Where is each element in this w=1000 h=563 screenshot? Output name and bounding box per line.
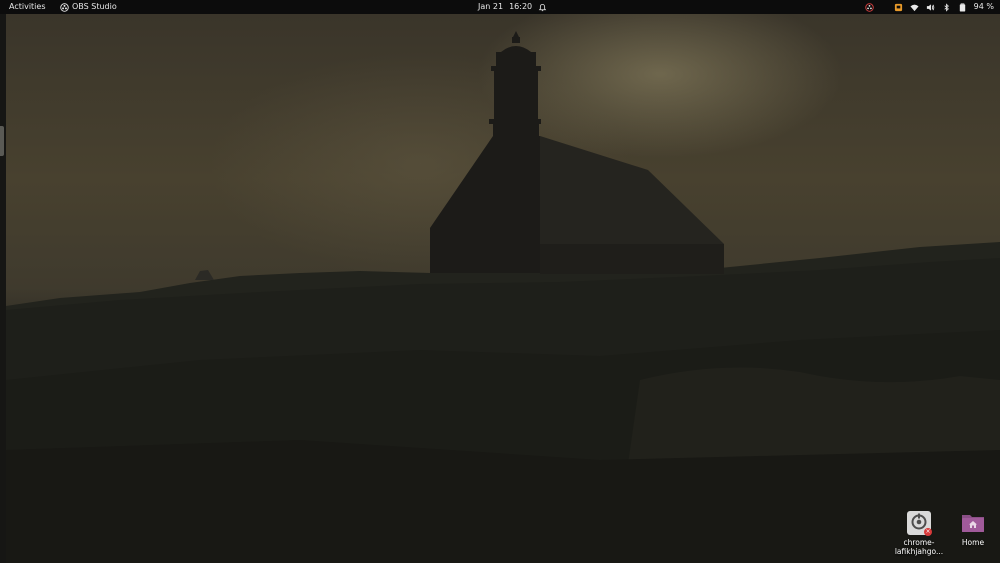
activities-button[interactable]: Activities [9,0,46,14]
battery-percent: 94 % [973,2,994,11]
desktop-icon-label: chrome-lafikhjahgo... [894,538,944,556]
dock-edge [0,14,6,563]
desktop-screen: Activities OBS Studio Jan 21 16:20 94 % … [0,0,1000,563]
obs-tray-icon[interactable] [864,2,874,12]
volume-icon[interactable] [926,3,935,12]
broken-link-badge-icon: × [924,528,932,536]
chapel-silhouette [430,31,724,274]
clock-time: 16:20 [509,2,533,11]
obs-app-icon [60,2,69,12]
app-menu[interactable]: OBS Studio [60,0,117,14]
notification-indicator-icon[interactable] [894,3,903,12]
wifi-icon[interactable] [910,3,919,12]
battery-icon[interactable] [958,2,967,12]
wallpaper-landscape [6,31,1000,563]
clock[interactable]: Jan 21 16:20 [478,0,547,14]
home-folder-icon [960,510,986,536]
bluetooth-icon[interactable] [942,2,951,12]
dock-reveal-handle[interactable] [0,126,4,156]
desktop-wallpaper [0,14,1000,563]
alarm-icon [538,3,547,12]
clock-date: Jan 21 [478,2,504,11]
desktop-icon-chrome-app[interactable]: × chrome-lafikhjahgo... [890,510,948,556]
desktop-icon-label: Home [961,538,985,547]
system-tray[interactable]: 94 % [864,0,994,14]
desktop-icon-home[interactable]: Home [944,510,1000,547]
app-menu-label: OBS Studio [72,2,117,11]
chrome-app-icon: × [906,510,932,536]
top-bar: Activities OBS Studio Jan 21 16:20 94 % [0,0,1000,14]
